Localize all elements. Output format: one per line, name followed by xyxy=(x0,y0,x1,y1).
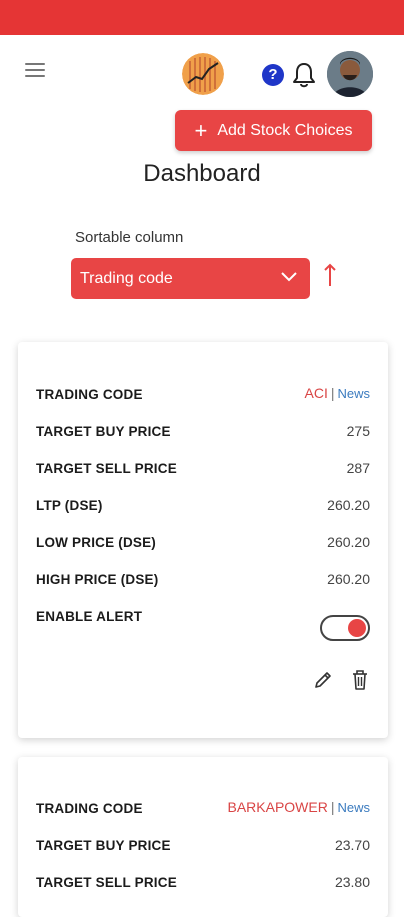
chevron-down-icon xyxy=(281,272,297,282)
trash-icon[interactable] xyxy=(351,669,369,691)
low-price-value: 260.20 xyxy=(327,534,370,550)
target-buy-price-label: TARGET BUY PRICE xyxy=(36,837,171,853)
sort-column-selected-value: Trading code xyxy=(80,269,173,287)
target-sell-price-label: TARGET SELL PRICE xyxy=(36,874,177,890)
enable-alert-toggle[interactable] xyxy=(320,615,370,641)
add-stock-choices-label: Add Stock Choices xyxy=(217,121,353,139)
trading-code-value[interactable]: ACI xyxy=(305,385,328,401)
hamburger-menu-icon[interactable] xyxy=(25,63,45,79)
enable-alert-label: ENABLE ALERT xyxy=(36,608,143,624)
low-price-label: LOW PRICE (DSE) xyxy=(36,534,156,550)
target-buy-price-row: TARGET BUY PRICE 275 xyxy=(36,421,370,441)
separator: | xyxy=(330,799,335,815)
low-price-row: LOW PRICE (DSE) 260.20 xyxy=(36,532,370,552)
target-buy-price-label: TARGET BUY PRICE xyxy=(36,423,171,439)
high-price-label: HIGH PRICE (DSE) xyxy=(36,571,159,587)
high-price-value: 260.20 xyxy=(327,571,370,587)
trading-code-label: TRADING CODE xyxy=(36,800,143,816)
news-link[interactable]: News xyxy=(337,800,370,815)
target-sell-price-value: 287 xyxy=(346,460,370,476)
high-price-row: HIGH PRICE (DSE) 260.20 xyxy=(36,569,370,589)
ltp-value: 260.20 xyxy=(327,497,370,513)
stock-chart-logo xyxy=(182,53,224,95)
target-buy-price-row: TARGET BUY PRICE 23.70 xyxy=(36,835,370,855)
stock-card: TRADING CODE BARKAPOWER | News TARGET BUY … xyxy=(18,757,388,917)
ltp-row: LTP (DSE) 260.20 xyxy=(36,495,370,515)
add-stock-choices-button[interactable]: + Add Stock Choices xyxy=(175,110,372,151)
page-title: Dashboard xyxy=(143,160,261,187)
help-icon[interactable]: ? xyxy=(262,64,284,86)
arrow-up-icon[interactable] xyxy=(322,262,338,288)
trading-code-label: TRADING CODE xyxy=(36,386,143,402)
user-avatar[interactable] xyxy=(327,51,373,97)
top-app-bar xyxy=(0,0,404,35)
sort-column-label: Sortable column xyxy=(75,229,184,246)
trading-code-row: TRADING CODE BARKAPOWER | News xyxy=(36,798,370,818)
edit-icon[interactable] xyxy=(313,670,333,690)
bell-icon[interactable] xyxy=(291,61,317,89)
separator: | xyxy=(330,385,335,401)
news-link[interactable]: News xyxy=(337,386,370,401)
target-buy-price-value: 275 xyxy=(346,423,370,439)
sort-column-select[interactable]: Trading code xyxy=(71,258,310,299)
trading-code-value[interactable]: BARKAPOWER xyxy=(227,799,327,815)
ltp-label: LTP (DSE) xyxy=(36,497,103,513)
target-sell-price-value: 23.80 xyxy=(334,874,370,890)
target-sell-price-label: TARGET SELL PRICE xyxy=(36,460,177,476)
target-sell-price-row: TARGET SELL PRICE 287 xyxy=(36,458,370,478)
stock-card: TRADING CODE ACI | News TARGET BUY PRICE 2… xyxy=(18,342,388,738)
target-sell-price-row: TARGET SELL PRICE 23.80 xyxy=(36,872,370,892)
target-buy-price-value: 23.70 xyxy=(334,837,370,853)
plus-icon: + xyxy=(194,117,208,143)
trading-code-row: TRADING CODE ACI | News xyxy=(36,384,370,404)
toggle-knob xyxy=(348,619,366,637)
